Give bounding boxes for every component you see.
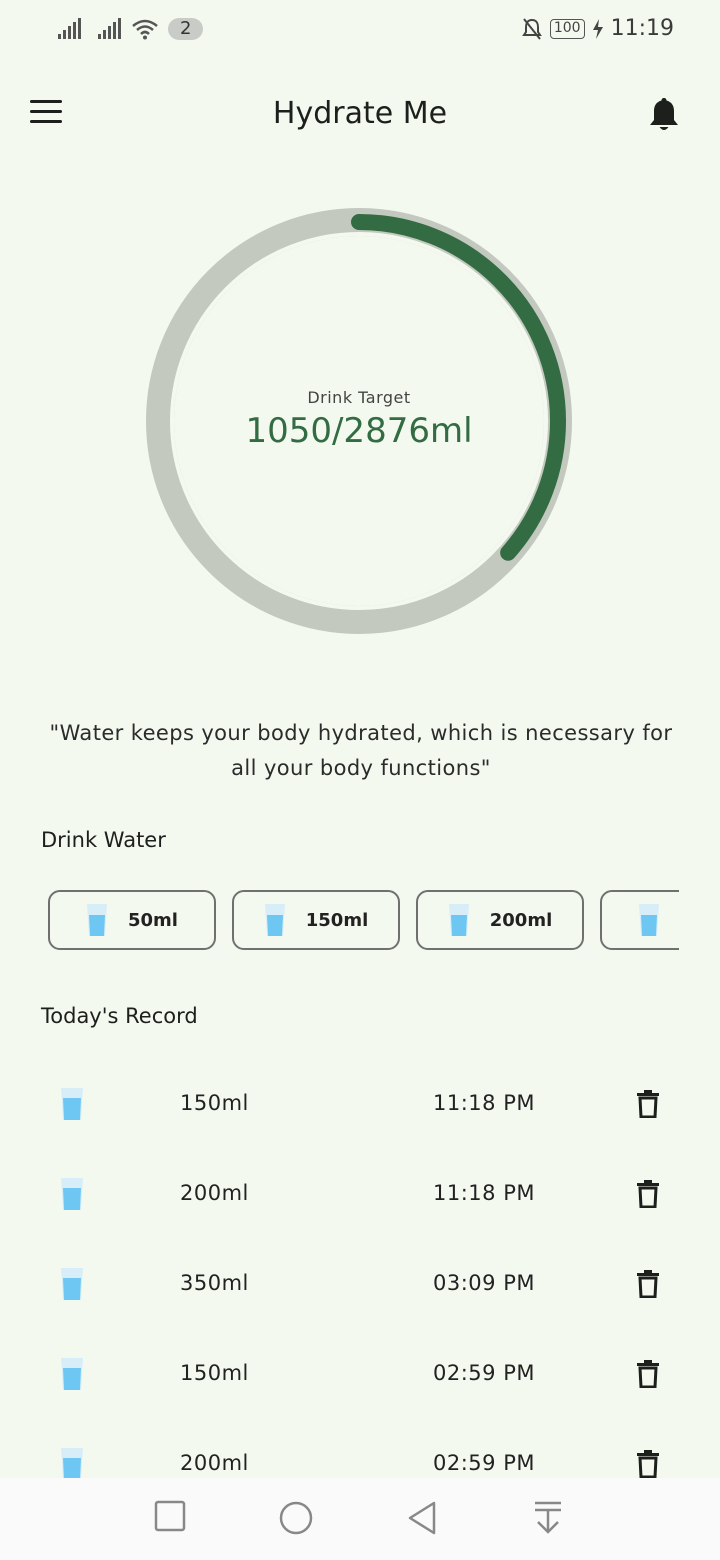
trash-icon[interactable] <box>636 1450 660 1478</box>
bell-icon[interactable] <box>646 96 682 134</box>
mute-bell-icon <box>521 17 542 40</box>
home-circle-icon[interactable] <box>278 1500 314 1536</box>
notification-count-badge: 2 <box>168 18 204 40</box>
record-amount: 350ml <box>180 1271 249 1295</box>
todays-record-heading: Today's Record <box>41 1004 198 1028</box>
water-glass-icon <box>87 904 107 936</box>
record-amount: 150ml <box>180 1361 249 1385</box>
drink-option-button[interactable]: 200ml <box>416 890 584 950</box>
drink-option-label: 200ml <box>489 909 553 931</box>
record-list: 150ml 11:18 PM 200ml 11:18 PM 350ml 03:0… <box>0 1060 720 1510</box>
drink-water-heading: Drink Water <box>41 828 166 852</box>
water-glass-icon <box>61 1448 83 1480</box>
signal-icon <box>98 18 121 39</box>
record-time: 11:18 PM <box>433 1181 535 1205</box>
list-item: 150ml 11:18 PM <box>0 1060 720 1150</box>
battery-indicator: 100 <box>549 18 585 39</box>
page-title: Hydrate Me <box>272 96 448 131</box>
list-item: 350ml 03:09 PM <box>0 1240 720 1330</box>
system-nav-bar <box>0 1478 720 1560</box>
drink-option-label: 150ml <box>305 909 369 931</box>
water-glass-icon <box>639 904 659 936</box>
charging-icon <box>592 18 603 39</box>
signal-icon <box>58 18 81 39</box>
drink-target-value: 1050/2876ml <box>245 411 473 451</box>
water-glass-icon <box>61 1088 83 1120</box>
drink-option-button[interactable]: 50ml <box>48 890 216 950</box>
water-glass-icon <box>61 1178 83 1210</box>
trash-icon[interactable] <box>636 1180 660 1208</box>
record-time: 02:59 PM <box>433 1361 535 1385</box>
back-triangle-icon[interactable] <box>406 1500 438 1536</box>
list-item: 200ml 11:18 PM <box>0 1150 720 1240</box>
drink-target-label: Drink Target <box>307 388 411 407</box>
record-amount: 200ml <box>180 1451 249 1475</box>
record-time: 02:59 PM <box>433 1451 535 1475</box>
recent-apps-square-icon[interactable] <box>154 1500 186 1532</box>
status-bar: 2 100 11:19 <box>0 0 720 60</box>
list-item: 150ml 02:59 PM <box>0 1330 720 1420</box>
progress-readout: Drink Target 1050/2876ml <box>146 388 572 451</box>
water-glass-icon <box>61 1358 83 1390</box>
drink-target-progress-ring: Drink Target 1050/2876ml <box>146 208 572 634</box>
drink-option-label: 50ml <box>128 909 178 931</box>
drink-options-row[interactable]: 50ml 150ml 200ml <box>48 890 679 952</box>
trash-icon[interactable] <box>636 1360 660 1388</box>
water-glass-icon <box>448 904 469 936</box>
trash-icon[interactable] <box>636 1270 660 1298</box>
wifi-icon <box>132 19 158 40</box>
hydration-quote: "Water keeps your body hydrated, which i… <box>49 721 673 780</box>
notification-pull-down-icon[interactable] <box>532 1500 564 1536</box>
drink-option-button[interactable] <box>600 890 679 950</box>
app-bar: Hydrate Me <box>0 80 720 150</box>
record-time: 03:09 PM <box>433 1271 535 1295</box>
record-time: 11:18 PM <box>433 1091 535 1115</box>
record-amount: 200ml <box>180 1181 249 1205</box>
water-glass-icon <box>264 904 285 936</box>
clock: 11:19 <box>610 16 674 41</box>
water-glass-icon <box>61 1268 83 1300</box>
trash-icon[interactable] <box>636 1090 660 1118</box>
record-amount: 150ml <box>180 1091 249 1115</box>
drink-option-button[interactable]: 150ml <box>232 890 400 950</box>
